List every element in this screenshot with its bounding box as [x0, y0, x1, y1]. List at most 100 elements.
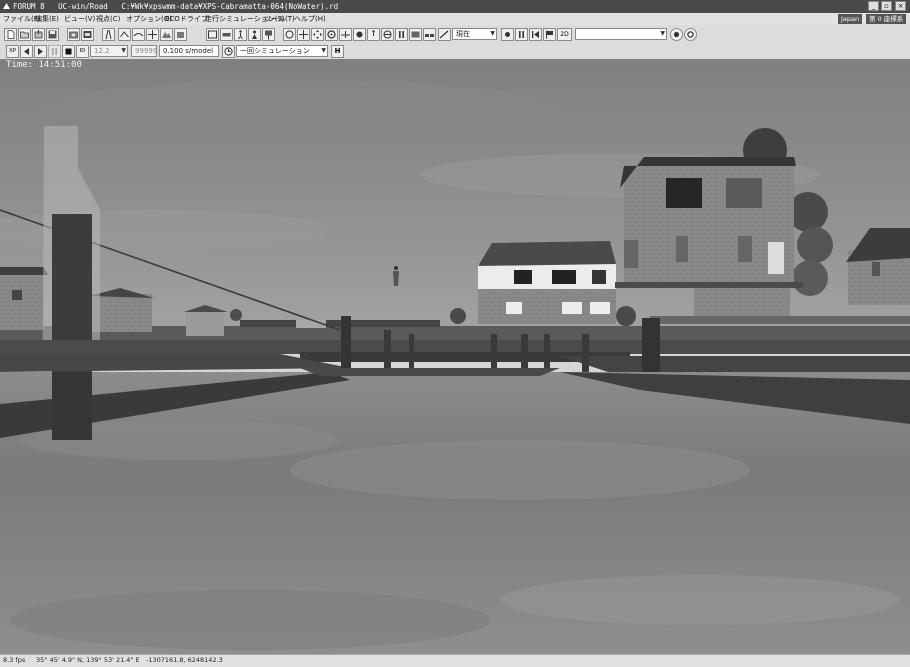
steering-wheel-icon: [327, 30, 336, 39]
terrain-button[interactable]: [160, 28, 173, 41]
main-toolbar: 現在 ▼ 2D ▼: [0, 25, 910, 44]
rewind-button[interactable]: [529, 28, 542, 41]
bus-icon: [411, 31, 420, 38]
gyro-button[interactable]: [381, 28, 394, 41]
menu-edit[interactable]: 編集(E): [35, 13, 59, 25]
plan-view-button[interactable]: [118, 28, 131, 41]
road-edit-button[interactable]: [102, 28, 115, 41]
open-file-button[interactable]: [18, 28, 31, 41]
menu-eco-drive[interactable]: ECOドライブ: [165, 13, 208, 25]
chevron-down-icon: ▼: [660, 30, 665, 37]
clock-button[interactable]: [222, 45, 235, 58]
drive-button[interactable]: [325, 28, 338, 41]
menu-view[interactable]: ビュー(V): [64, 13, 95, 25]
step-forward-button[interactable]: ID: [76, 45, 89, 58]
record-button[interactable]: [353, 28, 366, 41]
chevron-down-icon: ▼: [121, 47, 126, 54]
fly-button[interactable]: [339, 28, 352, 41]
film-icon: [83, 31, 92, 38]
person-button[interactable]: [248, 28, 261, 41]
minimize-button[interactable]: _: [868, 1, 879, 11]
circle-icon: [673, 31, 680, 38]
status-bar: 8.3 fps 35° 45' 4.9" N, 139° 53' 21.4" E…: [0, 654, 910, 667]
terrain-icon: [162, 32, 171, 38]
skip-back-icon: [532, 31, 539, 38]
plane-icon: [341, 31, 350, 38]
pedestrian-button[interactable]: [234, 28, 247, 41]
app-logo-icon: [3, 3, 10, 9]
go-button[interactable]: [670, 28, 683, 41]
pedestrian-icon: [238, 30, 243, 40]
import-icon: [34, 30, 43, 39]
rotate-button[interactable]: [283, 28, 296, 41]
road-icon: [105, 29, 112, 40]
help-sim-button[interactable]: H: [331, 45, 344, 58]
play-icon: [38, 48, 43, 55]
move-button[interactable]: [311, 28, 324, 41]
simulation-mode-select[interactable]: 一回シミュレーション ▼: [236, 45, 328, 57]
view-2d-button[interactable]: 2D: [557, 28, 572, 41]
circle-stop-icon: [687, 31, 694, 38]
viewpoint-button[interactable]: [438, 28, 451, 41]
frames-input[interactable]: 99999.: [131, 45, 157, 57]
pause-playback-button[interactable]: [48, 45, 61, 58]
locale-tag: Japan: [838, 14, 863, 24]
chevron-down-icon: ▼: [321, 47, 326, 54]
3d-viewport[interactable]: [0, 59, 910, 654]
stop-button[interactable]: [684, 28, 697, 41]
menu-help[interactable]: ヘルプ(H): [294, 13, 326, 25]
clock-icon: [224, 47, 233, 56]
simulation-toolbar: XP ID 12.2▼ 99999. 0.100 s/model 一回シミュレー…: [0, 43, 910, 60]
menu-tools[interactable]: ツール(T): [264, 13, 295, 25]
export-button[interactable]: XP: [6, 45, 19, 58]
intersection-button[interactable]: [146, 28, 159, 41]
pause-button[interactable]: [395, 28, 408, 41]
pause-small-icon: [519, 31, 524, 38]
road-sign-button[interactable]: [262, 28, 275, 41]
scenario-button[interactable]: [206, 28, 219, 41]
maximize-button[interactable]: ▫: [881, 1, 892, 11]
step-input[interactable]: 0.100 s/model: [159, 45, 219, 57]
simulation-time-overlay: Time: 14:51:00: [6, 60, 82, 70]
person-icon: [252, 30, 257, 39]
profile-icon: [133, 33, 144, 37]
movie-button[interactable]: [81, 28, 94, 41]
viewpoint-select[interactable]: 現在 ▼: [452, 28, 497, 40]
save-button[interactable]: [46, 28, 59, 41]
pan-button[interactable]: [297, 28, 310, 41]
weather-button[interactable]: [501, 28, 514, 41]
stop-playback-button[interactable]: [62, 45, 75, 58]
step-back-button[interactable]: [20, 45, 33, 58]
search-select[interactable]: ▼: [575, 28, 667, 40]
screenshot-button[interactable]: [67, 28, 80, 41]
walk-icon: [372, 30, 375, 36]
walk-button[interactable]: [367, 28, 380, 41]
close-button[interactable]: ×: [895, 1, 906, 11]
traffic-button[interactable]: [220, 28, 233, 41]
stop-icon: [65, 48, 72, 55]
flag-button[interactable]: [543, 28, 556, 41]
new-file-button[interactable]: [4, 28, 17, 41]
menu-camera[interactable]: 視点(C): [96, 13, 120, 25]
camera-view-button[interactable]: [423, 28, 436, 41]
pause-sim-button[interactable]: [515, 28, 528, 41]
geo-coordinates-readout: 35° 45' 4.9" N, 139° 53' 21.4" E: [36, 656, 140, 664]
pause-icon: [399, 31, 404, 38]
play-button[interactable]: [34, 45, 47, 58]
flag-icon: [546, 30, 553, 39]
fps-readout: 8.3 fps: [3, 656, 26, 664]
new-file-icon: [7, 30, 15, 39]
title-bar: FORUM 8 UC-win/Road C:¥Wk¥xpswmm-data¥XP…: [0, 0, 910, 13]
speed-input[interactable]: 12.2 ▼: [90, 45, 128, 57]
record-icon: [356, 31, 363, 38]
gyro-icon: [383, 30, 392, 39]
sun-icon: [505, 32, 510, 37]
profile-view-button[interactable]: [132, 28, 145, 41]
move-icon: [313, 30, 322, 39]
import-button[interactable]: [32, 28, 45, 41]
step-back-icon: [24, 48, 29, 55]
scene-render: [0, 59, 910, 654]
model-button[interactable]: [174, 28, 187, 41]
vehicle-button[interactable]: [409, 28, 422, 41]
scenario-icon: [208, 30, 217, 39]
